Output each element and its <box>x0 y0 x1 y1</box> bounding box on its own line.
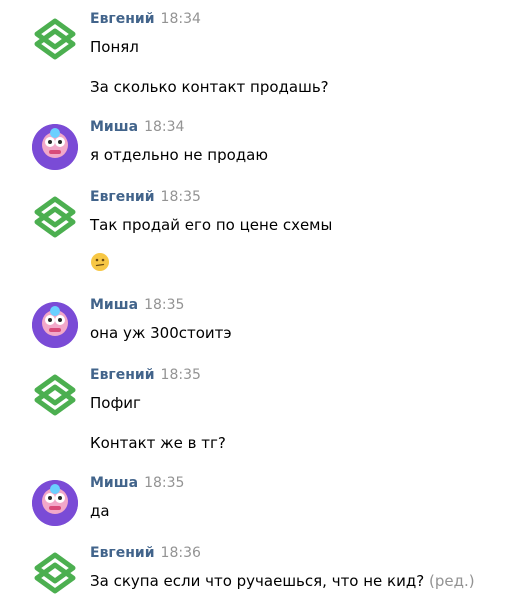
neutral-face-emoji-icon <box>91 253 109 271</box>
timestamp[interactable]: 18:35 <box>161 189 201 205</box>
timestamp[interactable]: 18:35 <box>144 475 184 491</box>
message-header: Миша 18:35 <box>90 294 184 313</box>
timestamp[interactable]: 18:34 <box>161 11 201 27</box>
message-header: Евгений 18:35 <box>90 186 201 205</box>
author-name[interactable]: Миша <box>90 475 138 491</box>
edited-marker[interactable]: (ред.) <box>429 572 475 590</box>
cartoon-avatar-icon <box>32 302 78 348</box>
timestamp[interactable]: 18:35 <box>161 367 201 383</box>
avatar[interactable] <box>32 124 78 170</box>
avatar[interactable] <box>32 372 78 418</box>
cartoon-avatar-icon <box>32 124 78 170</box>
timestamp[interactable]: 18:36 <box>161 545 201 561</box>
message-header: Миша 18:35 <box>90 472 184 491</box>
green-diamond-logo-icon <box>34 552 76 594</box>
message-text: она уж 300стоитэ <box>90 324 232 342</box>
avatar[interactable] <box>32 16 78 62</box>
message-header: Евгений 18:35 <box>90 364 201 383</box>
message-text: За сколько контакт продашь? <box>90 78 329 96</box>
message-header: Евгений 18:36 <box>90 542 201 561</box>
cartoon-avatar-icon <box>32 480 78 526</box>
avatar[interactable] <box>32 302 78 348</box>
message-text: Так продай его по цене схемы <box>90 216 333 234</box>
green-diamond-logo-icon <box>34 196 76 238</box>
message-text: Понял <box>90 38 139 56</box>
message-text: я отдельно не продаю <box>90 146 268 164</box>
timestamp[interactable]: 18:35 <box>144 297 184 313</box>
message-text: Контакт же в тг? <box>90 434 226 452</box>
message-text: Пофиг <box>90 394 141 412</box>
avatar[interactable] <box>32 480 78 526</box>
author-name[interactable]: Евгений <box>90 11 155 27</box>
message-header: Миша 18:34 <box>90 116 184 135</box>
author-name[interactable]: Евгений <box>90 367 155 383</box>
green-diamond-logo-icon <box>34 374 76 416</box>
message-header: Евгений 18:34 <box>90 8 201 27</box>
message-text: За скупа если что ручаешься, что не кид?… <box>90 572 475 590</box>
avatar[interactable] <box>32 194 78 240</box>
author-name[interactable]: Евгений <box>90 545 155 561</box>
author-name[interactable]: Миша <box>90 297 138 313</box>
message-text: да <box>90 502 110 520</box>
author-name[interactable]: Евгений <box>90 189 155 205</box>
author-name[interactable]: Миша <box>90 119 138 135</box>
message-text-content: За скупа если что ручаешься, что не кид? <box>90 572 425 590</box>
green-diamond-logo-icon <box>34 18 76 60</box>
avatar[interactable] <box>32 550 78 596</box>
timestamp[interactable]: 18:34 <box>144 119 184 135</box>
